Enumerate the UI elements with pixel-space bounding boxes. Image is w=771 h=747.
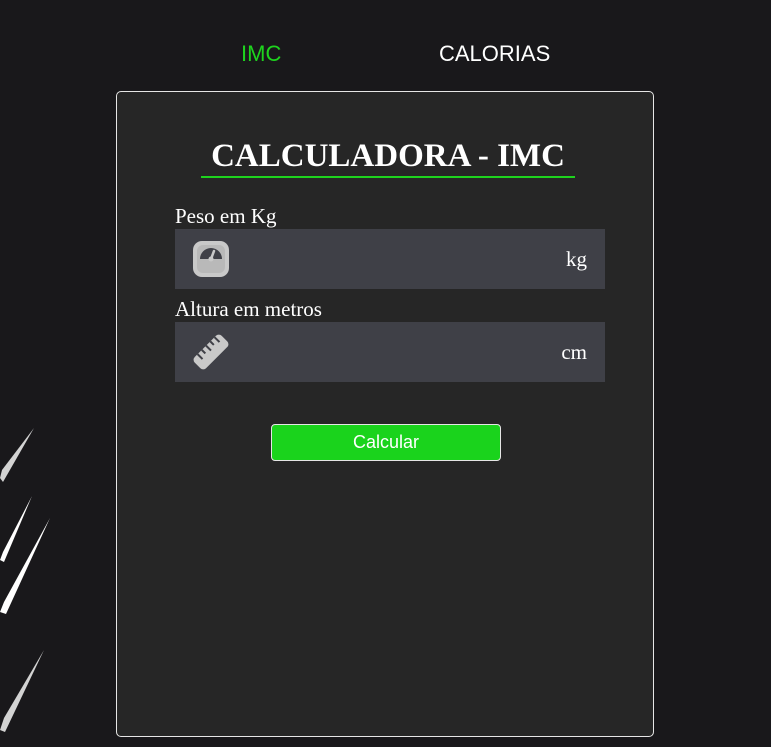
title-underline xyxy=(201,176,575,178)
ruler-icon xyxy=(191,332,231,372)
height-field: cm xyxy=(175,322,605,382)
calculator-card: CALCULADORA - IMC Peso em Kg kg Altura e… xyxy=(116,91,654,737)
scale-icon xyxy=(191,239,231,279)
height-label: Altura em metros xyxy=(175,297,322,321)
weight-label: Peso em Kg xyxy=(175,204,277,228)
height-input[interactable] xyxy=(245,332,535,372)
weight-input[interactable] xyxy=(245,239,535,279)
tab-imc[interactable]: IMC xyxy=(241,38,281,70)
weight-field: kg xyxy=(175,229,605,289)
calculate-button[interactable]: Calcular xyxy=(271,424,501,461)
height-unit: cm xyxy=(561,340,587,364)
page-title: CALCULADORA - IMC xyxy=(211,138,565,174)
top-nav: IMC CALORIAS xyxy=(0,38,771,70)
tab-calorias[interactable]: CALORIAS xyxy=(439,38,550,70)
weight-unit: kg xyxy=(566,247,587,271)
